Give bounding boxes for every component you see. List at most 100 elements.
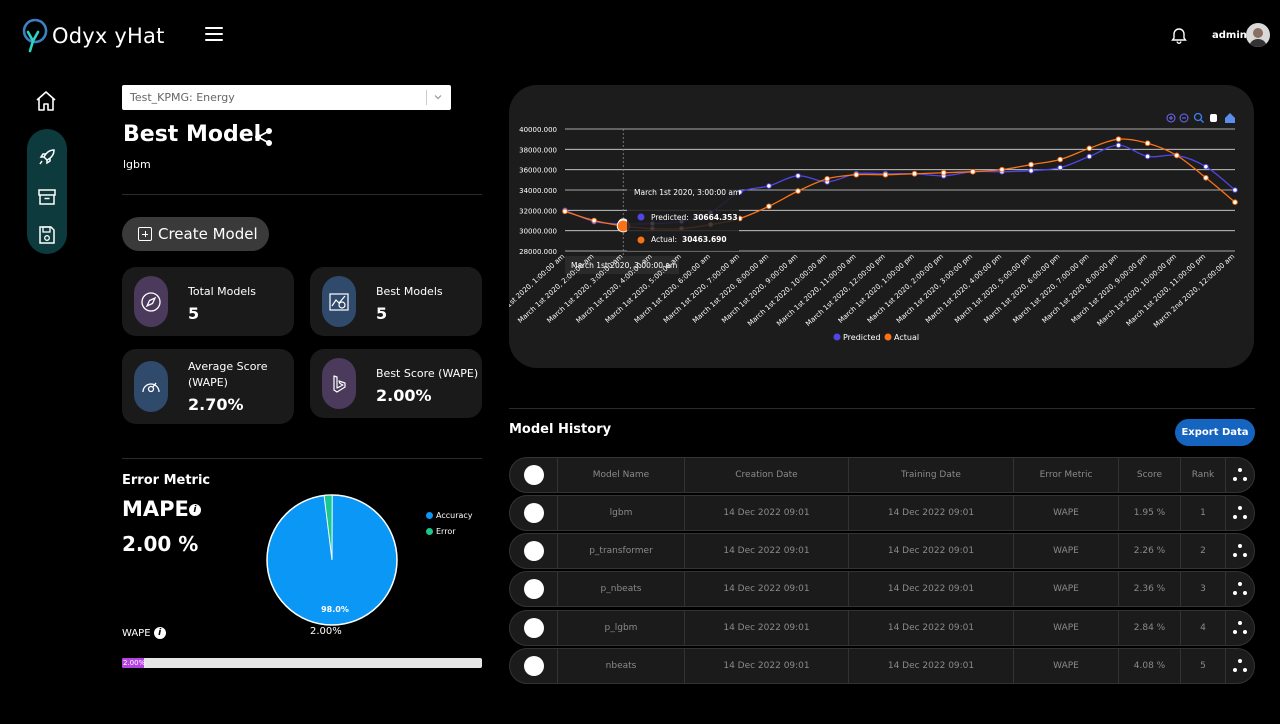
table-cell: 14 Dec 2022 09:01 (849, 496, 1014, 530)
app-logo[interactable]: Odyx yHat (20, 14, 165, 58)
table-cell: 14 Dec 2022 09:01 (685, 649, 849, 683)
data-point (853, 171, 860, 178)
table-cell: p_nbeats (558, 572, 685, 606)
more-options-icon[interactable] (1233, 468, 1247, 482)
model-history-title: Model History (509, 422, 612, 437)
table-row[interactable]: lgbm 14 Dec 2022 09:01 14 Dec 2022 09:01 WA… (509, 495, 1255, 531)
data-point (766, 183, 772, 189)
table-cell: lgbm (558, 496, 685, 530)
select-all-radio[interactable] (523, 465, 544, 485)
stat-label: Best Models (376, 285, 443, 298)
table-cell: nbeats (558, 649, 685, 683)
pie-legend: Accuracy Error (426, 508, 473, 540)
table-cell: 3 (1181, 572, 1226, 606)
wape-label: WAPE i (122, 627, 166, 639)
username[interactable]: admin (1212, 30, 1247, 41)
home-icon[interactable] (34, 89, 58, 113)
create-model-button[interactable]: Create Model (122, 217, 269, 251)
column-header[interactable]: Error Metric (1014, 458, 1119, 492)
tooltip-dot (637, 236, 645, 244)
data-point (1203, 163, 1209, 170)
save-icon[interactable] (36, 224, 58, 246)
table-cell: WAPE (1014, 572, 1119, 606)
table-cell: 2.26 % (1119, 534, 1181, 568)
wape-label-text: WAPE (122, 628, 151, 639)
table-row[interactable]: p_lgbm 14 Dec 2022 09:01 14 Dec 2022 09:01… (509, 610, 1255, 646)
column-header[interactable]: Model Name (558, 458, 685, 492)
avatar[interactable] (1246, 23, 1270, 47)
row-select-radio[interactable] (523, 541, 544, 561)
more-options-icon[interactable] (1233, 544, 1247, 558)
table-cell: 2.84 % (1119, 611, 1181, 645)
error-pie-chart: 98.0% (266, 494, 398, 626)
error-metric-name: MAPE i (122, 497, 201, 521)
data-point (1144, 153, 1151, 160)
table-cell: WAPE (1014, 496, 1119, 530)
legend-error: Error (436, 527, 456, 536)
table-cell: 2 (1181, 534, 1226, 568)
rocket-icon[interactable] (36, 146, 58, 168)
row-select-radio[interactable] (523, 656, 544, 676)
error-metric-title: Error Metric (122, 473, 211, 488)
stat-card-total-models: Total Models 5 (122, 267, 294, 336)
stat-card-best-models: Best Models 5 (310, 267, 482, 336)
table-row[interactable]: p_transformer 14 Dec 2022 09:01 14 Dec 202… (509, 533, 1255, 569)
info-icon[interactable]: i (153, 627, 166, 639)
table-header-row: Model Name Creation Date Training Date E… (509, 457, 1255, 493)
export-data-button[interactable]: Export Data (1175, 419, 1255, 446)
data-point (1115, 142, 1122, 149)
info-icon[interactable]: i (188, 504, 201, 516)
tooltip-predicted-value: 30664.353 (693, 213, 738, 222)
plus-icon (138, 227, 152, 241)
data-point (1057, 156, 1064, 163)
table-row[interactable]: nbeats 14 Dec 2022 09:01 14 Dec 2022 09:01… (509, 648, 1255, 684)
more-options-icon[interactable] (1233, 582, 1247, 596)
column-header[interactable]: Training Date (849, 458, 1014, 492)
table-row[interactable]: p_nbeats 14 Dec 2022 09:01 14 Dec 2022 09:… (509, 571, 1255, 607)
row-select-radio[interactable] (523, 618, 544, 638)
more-options-icon[interactable] (1233, 506, 1247, 520)
more-options-icon[interactable] (1233, 659, 1247, 673)
tooltip-dot (637, 213, 645, 221)
zoom-select-icon[interactable] (1193, 112, 1204, 123)
more-options-icon[interactable] (1233, 621, 1247, 635)
table-cell: 2.36 % (1119, 572, 1181, 606)
archive-icon[interactable] (36, 186, 58, 208)
reset-home-icon[interactable] (1225, 113, 1235, 123)
share-icon[interactable] (253, 126, 275, 148)
y-tick-label: 36000.000 (519, 167, 557, 175)
table-cell: 14 Dec 2022 09:01 (849, 649, 1014, 683)
menu-toggle-icon[interactable] (205, 27, 223, 43)
data-point (562, 208, 568, 215)
create-model-label: Create Model (158, 225, 258, 243)
wape-progress-bar: 2.00% (122, 658, 482, 668)
table-cell: 1 (1181, 496, 1226, 530)
table-cell: 14 Dec 2022 09:01 (685, 534, 849, 568)
column-header[interactable]: Score (1119, 458, 1181, 492)
table-cell: WAPE (1014, 611, 1119, 645)
stat-label: Best Score (WAPE) (376, 367, 479, 380)
forecast-line-chart[interactable]: 28000.000 30000.000 32000.000 34000.000 3600… (509, 85, 1254, 368)
row-select-radio[interactable] (523, 503, 544, 523)
project-select[interactable]: Test_KPMG: Energy (122, 85, 451, 110)
compass-icon (134, 276, 168, 327)
column-header[interactable]: Rank (1181, 458, 1226, 492)
table-cell: 14 Dec 2022 09:01 (849, 611, 1014, 645)
sidebar-nav-group (27, 129, 67, 254)
data-point (1232, 199, 1238, 205)
bell-icon[interactable] (1170, 27, 1188, 45)
divider (509, 408, 1255, 409)
data-point (882, 171, 889, 178)
error-metric-value: 2.00 % (122, 532, 199, 556)
pie-slice-label: 98.0% (321, 605, 349, 614)
zoom-in-icon[interactable] (1166, 113, 1176, 123)
pan-hand-icon[interactable] (1210, 114, 1217, 122)
table-cell: 14 Dec 2022 09:01 (685, 572, 849, 606)
zoom-out-icon[interactable] (1179, 113, 1189, 123)
chart-search-icon (322, 276, 356, 327)
column-header[interactable]: Creation Date (685, 458, 849, 492)
row-select-radio[interactable] (523, 579, 544, 599)
table-cell: 4.08 % (1119, 649, 1181, 683)
app-name: Odyx yHat (52, 24, 165, 48)
project-select-value: Test_KPMG: Energy (130, 91, 235, 104)
